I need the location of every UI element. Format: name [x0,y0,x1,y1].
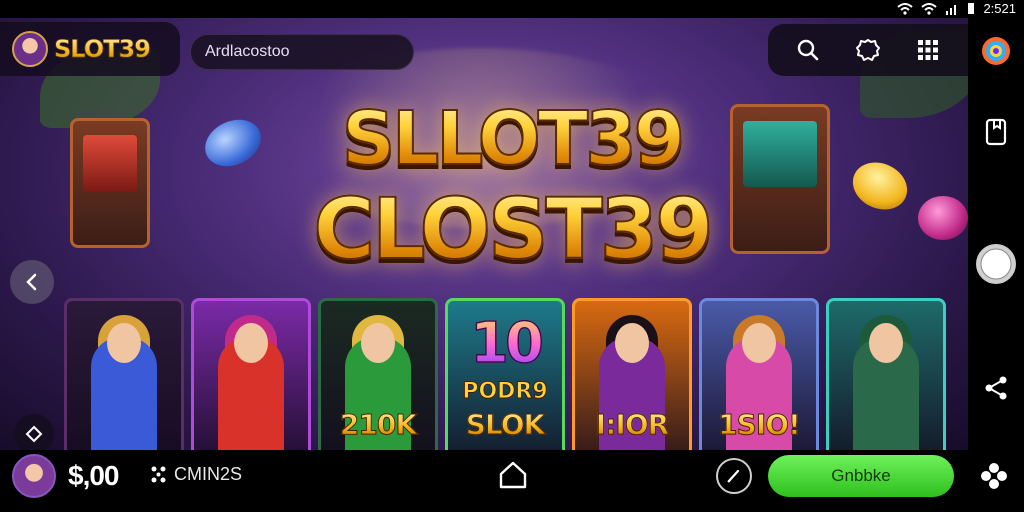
home-button[interactable] [496,458,530,492]
card-subtitle: PODR9 [462,379,548,405]
flower-icon [981,463,1007,489]
previous-button[interactable] [10,260,54,304]
diamond-button[interactable] [14,414,54,450]
game-card-row: 210K 10 PODR9 SLOK I:IOR 1SIO! [64,298,946,450]
chevron-left-icon [26,273,37,291]
game-card[interactable] [826,298,946,450]
battery-icon [968,3,975,14]
coins-label: CMIN2S [174,464,243,484]
search-button[interactable] [792,34,824,66]
bookmark-button[interactable] [982,116,1010,148]
diamond-icon [25,425,43,443]
settings-button[interactable] [852,34,884,66]
search-field[interactable]: Ardlacostoo [190,34,414,70]
user-avatar[interactable] [12,454,56,498]
home-icon [499,461,527,489]
game-card[interactable]: I:IOR [572,298,692,450]
game-card[interactable]: 1SIO! [699,298,819,450]
signal-icon [946,4,957,15]
wifi-icon-secondary [921,2,938,15]
colorful-app-icon [982,37,1010,65]
brand-name: SLOT39 [54,35,151,64]
wifi-icon [897,2,914,15]
flower-menu-button[interactable] [978,460,1012,494]
apps-grid-button[interactable] [912,34,944,66]
search-text: Ardlacostoo [205,43,290,60]
side-navigation [968,18,1024,450]
character-face [107,323,141,363]
edit-button[interactable] [716,458,752,494]
pencil-icon [727,469,740,483]
share-icon [985,376,1007,400]
balance-amount: $,00 [68,460,119,491]
character-face [742,323,776,363]
bookmark-icon [985,118,1007,146]
search-icon [797,39,819,61]
card-label: 210K [321,408,435,442]
card-label: 1SIO! [702,408,816,442]
record-button[interactable] [974,242,1018,286]
app-badge-button[interactable] [979,34,1013,68]
header-tools [768,24,968,76]
character-face [615,323,649,363]
status-icons: 2:521 [897,1,1016,16]
status-bar: 2:521 [0,0,1024,18]
circle-record-icon [976,244,1016,284]
card-big-number: 10 [448,310,562,377]
brand-logo[interactable]: SLOT39 [0,22,180,76]
character-face [234,323,268,363]
title-line-2: CLOST39 [0,179,968,279]
card-label: SLOK [448,408,562,442]
coins-indicator[interactable]: CMIN2S [150,464,242,485]
card-label: I:IOR [575,408,689,442]
title-line-1: SLLOT39 [0,95,968,183]
logo-avatar [12,31,48,67]
character-face [869,323,903,363]
game-card[interactable]: 210K [318,298,438,450]
game-card[interactable] [191,298,311,450]
character-face [361,323,395,363]
bottom-bar: $,00 CMIN2S Gnbbke [0,450,1024,512]
primary-action-button[interactable]: Gnbbke [768,455,954,497]
gear-icon [856,39,880,61]
grid-icon [918,40,938,60]
coins-icon [151,466,166,482]
status-time: 2:521 [983,1,1016,16]
game-card[interactable]: 10 PODR9 SLOK [445,298,565,450]
share-button[interactable] [982,374,1010,402]
game-card[interactable] [64,298,184,450]
game-banner: SLLOT39 CLOST39 210K 10 PODR9 SLOK I:IOR 1SIO… [0,18,968,450]
